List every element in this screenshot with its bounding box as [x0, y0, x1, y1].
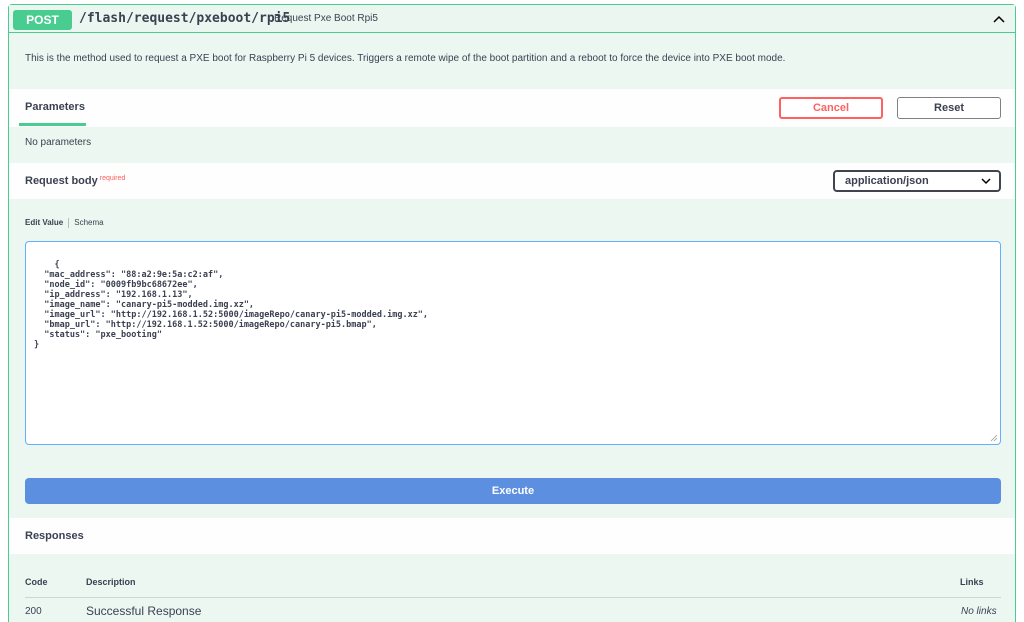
responses-divider	[25, 597, 1001, 598]
operation-block: POST /flash/request/pxeboot/rpi5 Request…	[8, 4, 1016, 622]
required-marker: required	[99, 175, 126, 182]
body-view-tabs: Edit Value Schema	[25, 218, 104, 228]
operation-summary: Request Pxe Boot Rpi5	[274, 13, 378, 24]
request-body-title: Request body	[25, 175, 98, 187]
responses-title: Responses	[25, 530, 84, 542]
tab-parameters[interactable]: Parameters	[25, 101, 85, 113]
content-type-value: application/json	[845, 175, 929, 187]
tab-separator	[68, 218, 70, 228]
execute-button[interactable]: Execute	[25, 478, 1001, 504]
operation-path: /flash/request/pxeboot/rpi5	[79, 11, 291, 26]
tab-edit-value[interactable]: Edit Value	[25, 218, 63, 227]
responses-col-code: Code	[25, 577, 48, 587]
resize-grip-icon[interactable]	[990, 434, 998, 442]
cancel-button[interactable]: Cancel	[779, 97, 883, 119]
operation-header[interactable]: POST /flash/request/pxeboot/rpi5 Request…	[9, 5, 1015, 33]
tab-active-indicator	[19, 123, 86, 126]
responses-header	[9, 518, 1015, 554]
method-badge: POST	[13, 10, 72, 30]
reset-button[interactable]: Reset	[897, 97, 1001, 119]
chevron-down-icon	[981, 178, 991, 185]
content-type-select[interactable]: application/json	[833, 170, 1001, 192]
responses-col-links: Links	[960, 577, 984, 587]
operation-description: This is the method used to request a PXE…	[25, 53, 786, 64]
request-body-label: Request body required	[25, 175, 125, 187]
responses-col-description: Description	[86, 577, 136, 587]
request-body-text[interactable]: { "mac_address": "88:a2:9e:5a:c2:af", "n…	[34, 260, 428, 350]
request-body-editor[interactable]: { "mac_address": "88:a2:9e:5a:c2:af", "n…	[25, 241, 1001, 445]
no-parameters-text: No parameters	[25, 137, 92, 148]
response-description: Successful Response	[86, 604, 202, 618]
tab-schema[interactable]: Schema	[74, 218, 103, 227]
response-links: No links	[961, 606, 997, 617]
chevron-up-icon[interactable]	[991, 11, 1007, 27]
response-code: 200	[25, 606, 42, 617]
